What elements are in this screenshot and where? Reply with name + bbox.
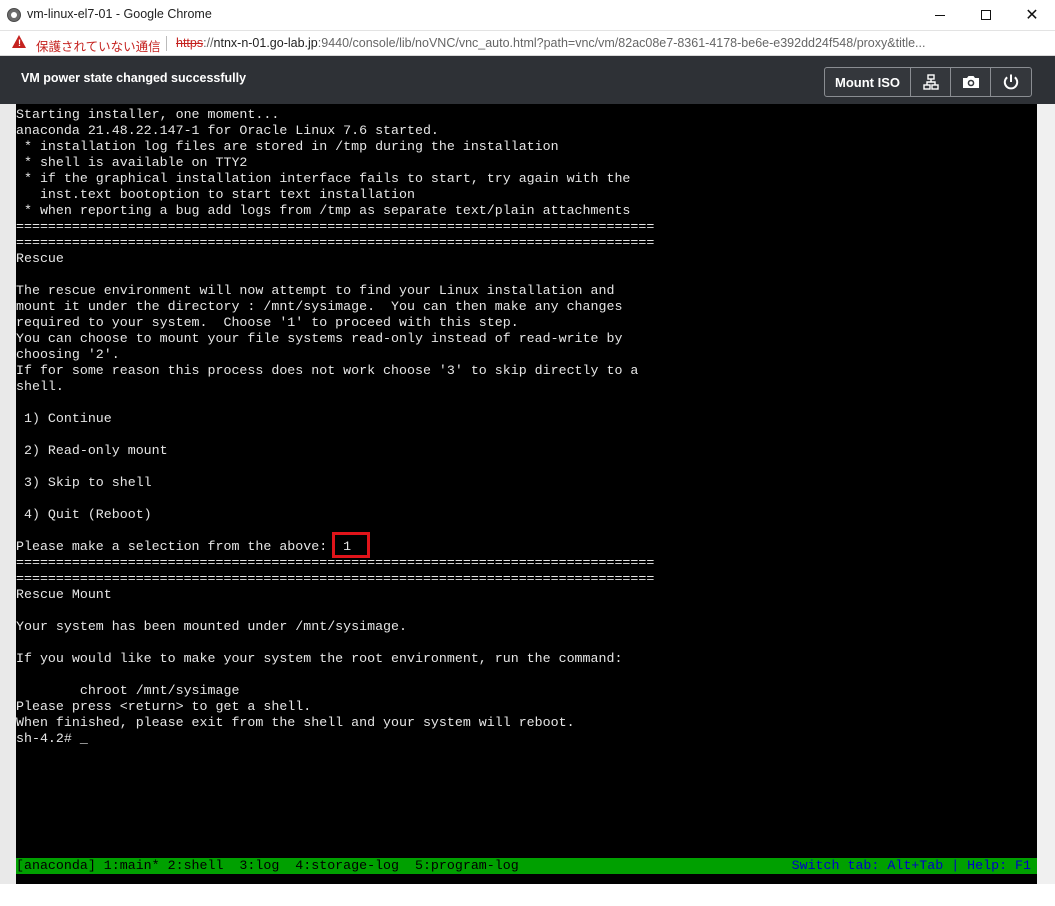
maximize-icon [981,10,991,20]
network-icon [922,74,939,90]
vnc-toolbar: VM power state changed successfully Moun… [0,56,1055,104]
vnc-console[interactable]: Starting installer, one moment... anacon… [16,104,1037,884]
minimize-button[interactable] [917,0,963,30]
window-titlebar: vm-linux-el7-01 - Google Chrome ✕ [0,0,1055,31]
camera-icon [962,76,979,88]
power-button[interactable] [991,68,1031,96]
window-title: vm-linux-el7-01 - Google Chrome [27,7,212,21]
chrome-logo-icon [7,8,21,22]
status-message: VM power state changed successfully [21,71,247,85]
tmux-help: Switch tab: Alt+Tab | Help: F1 [791,858,1031,873]
warning-mark: ! [18,38,21,48]
close-button[interactable]: ✕ [1009,0,1055,30]
url-path: :9440/console/lib/noVNC/vnc_auto.html?pa… [317,36,926,50]
url-sep: :// [203,36,214,50]
tmux-tabs: [anaconda] 1:main* 2:shell 3:log 4:stora… [16,858,519,873]
toolbar-button-group: Mount ISO [824,67,1032,97]
selection-highlight [332,532,370,558]
security-label[interactable]: 保護されていない通信 [36,36,161,55]
console-output: Starting installer, one moment... anacon… [16,107,655,746]
screenshot-button[interactable] [951,68,991,96]
minimize-icon [935,14,945,16]
close-icon: ✕ [1025,7,1039,24]
url-text[interactable]: https://ntnx-n-01.go-lab.jp:9440/console… [176,36,925,50]
address-separator [166,36,167,51]
url-host: ntnx-n-01.go-lab.jp [213,36,318,50]
maximize-button[interactable] [963,0,1009,30]
network-button[interactable] [911,68,951,96]
power-icon [1003,74,1019,90]
url-scheme: https [176,36,204,50]
right-margin [1037,104,1055,884]
anaconda-status-bar: [anaconda] 1:main* 2:shell 3:log 4:stora… [16,858,1037,874]
mount-iso-button[interactable]: Mount ISO [825,68,911,96]
address-bar[interactable]: ! 保護されていない通信 https://ntnx-n-01.go-lab.jp… [0,31,1055,56]
